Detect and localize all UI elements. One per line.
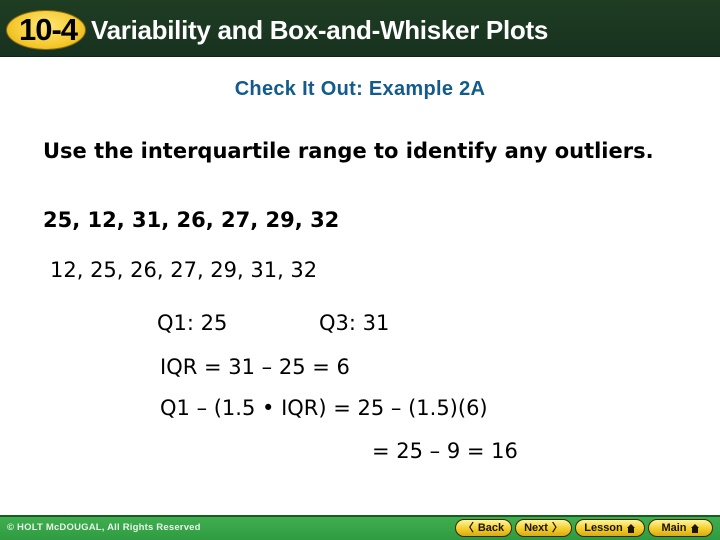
chevron-left-icon: 〈 — [462, 521, 474, 534]
lesson-title: Variability and Box-and-Whisker Plots — [91, 15, 549, 45]
main-label: Main — [661, 522, 687, 534]
lesson-label: Lesson — [584, 522, 623, 534]
third-quartile: Q3: 31 — [319, 311, 390, 335]
next-button[interactable]: Next 〉 — [515, 519, 572, 537]
lesson-button[interactable]: Lesson — [575, 519, 645, 537]
lower-fence-result: = 25 – 9 = 16 — [372, 439, 518, 463]
lower-fence-formula: Q1 – (1.5 • IQR) = 25 – (1.5)(6) — [160, 396, 488, 420]
home-icon — [626, 523, 636, 533]
first-quartile: Q1: 25 — [157, 311, 228, 335]
next-label: Next — [524, 522, 548, 534]
main-button[interactable]: Main — [648, 519, 713, 537]
chevron-right-icon: 〉 — [551, 521, 563, 534]
slide-footer: © HOLT McDOUGAL, All Rights Reserved 〈 B… — [0, 515, 720, 540]
sorted-dataset: 12, 25, 26, 27, 29, 31, 32 — [50, 258, 318, 282]
home-icon — [690, 523, 700, 533]
back-label: Back — [477, 522, 505, 534]
slide-header: 10-4 Variability and Box-and-Whisker Plo… — [0, 0, 720, 57]
problem-prompt: Use the interquartile range to identify … — [43, 139, 654, 163]
iqr-calculation: IQR = 31 – 25 = 6 — [160, 355, 350, 379]
lesson-number: 10-4 — [18, 12, 78, 47]
copyright-notice: © HOLT McDOUGAL, All Rights Reserved — [7, 522, 201, 533]
example-subtitle: Check It Out: Example 2A — [234, 78, 486, 100]
back-button[interactable]: 〈 Back — [455, 519, 512, 537]
original-dataset: 25, 12, 31, 26, 27, 29, 32 — [43, 208, 340, 232]
